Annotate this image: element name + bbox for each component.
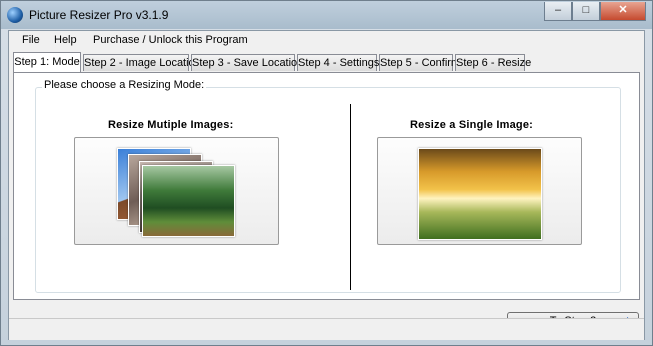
status-bar <box>9 318 644 340</box>
close-button[interactable]: ✕ <box>600 2 646 21</box>
app-icon <box>7 7 23 23</box>
column-divider <box>350 104 351 290</box>
tab-step-1-mode[interactable]: Step 1: Mode <box>13 52 81 73</box>
minimize-button[interactable]: – <box>544 2 572 21</box>
menu-bar: File Help Purchase / Unlock this Program <box>9 31 644 51</box>
tab-step-5-confirm[interactable]: Step 5 - Confirm <box>379 54 460 71</box>
window-controls: – □ ✕ <box>544 2 646 21</box>
client-area: File Help Purchase / Unlock this Program… <box>8 30 645 340</box>
menu-help[interactable]: Help <box>54 34 77 46</box>
single-tree-picture <box>418 148 542 240</box>
single-image-title: Resize a Single Image: <box>410 119 533 131</box>
image-stack-picture <box>115 148 240 238</box>
title-bar: Picture Resizer Pro v3.1.9 – □ ✕ <box>1 1 652 29</box>
resize-single-image-button[interactable] <box>377 137 582 245</box>
tab-step-2-image-location[interactable]: Step 2 - Image Location <box>83 54 201 71</box>
multiple-images-title: Resize Mutiple Images: <box>108 119 234 131</box>
resize-mode-label: Please choose a Resizing Mode: <box>42 79 207 91</box>
tab-panel-mode: Please choose a Resizing Mode: Resize Mu… <box>13 72 640 331</box>
app-window: Picture Resizer Pro v3.1.9 – □ ✕ File He… <box>0 0 653 346</box>
tab-step-6-resize[interactable]: Step 6 - Resize <box>455 54 531 71</box>
resize-multiple-images-button[interactable] <box>74 137 279 245</box>
menu-file[interactable]: File <box>22 34 40 46</box>
tab-step-3-save-location[interactable]: Step 3 - Save Location <box>191 54 303 71</box>
tab-step-4-settings[interactable]: Step 4 - Settings <box>297 54 379 71</box>
window-title: Picture Resizer Pro v3.1.9 <box>29 8 169 22</box>
menu-purchase-unlock[interactable]: Purchase / Unlock this Program <box>93 34 248 46</box>
maximize-button[interactable]: □ <box>572 2 600 21</box>
